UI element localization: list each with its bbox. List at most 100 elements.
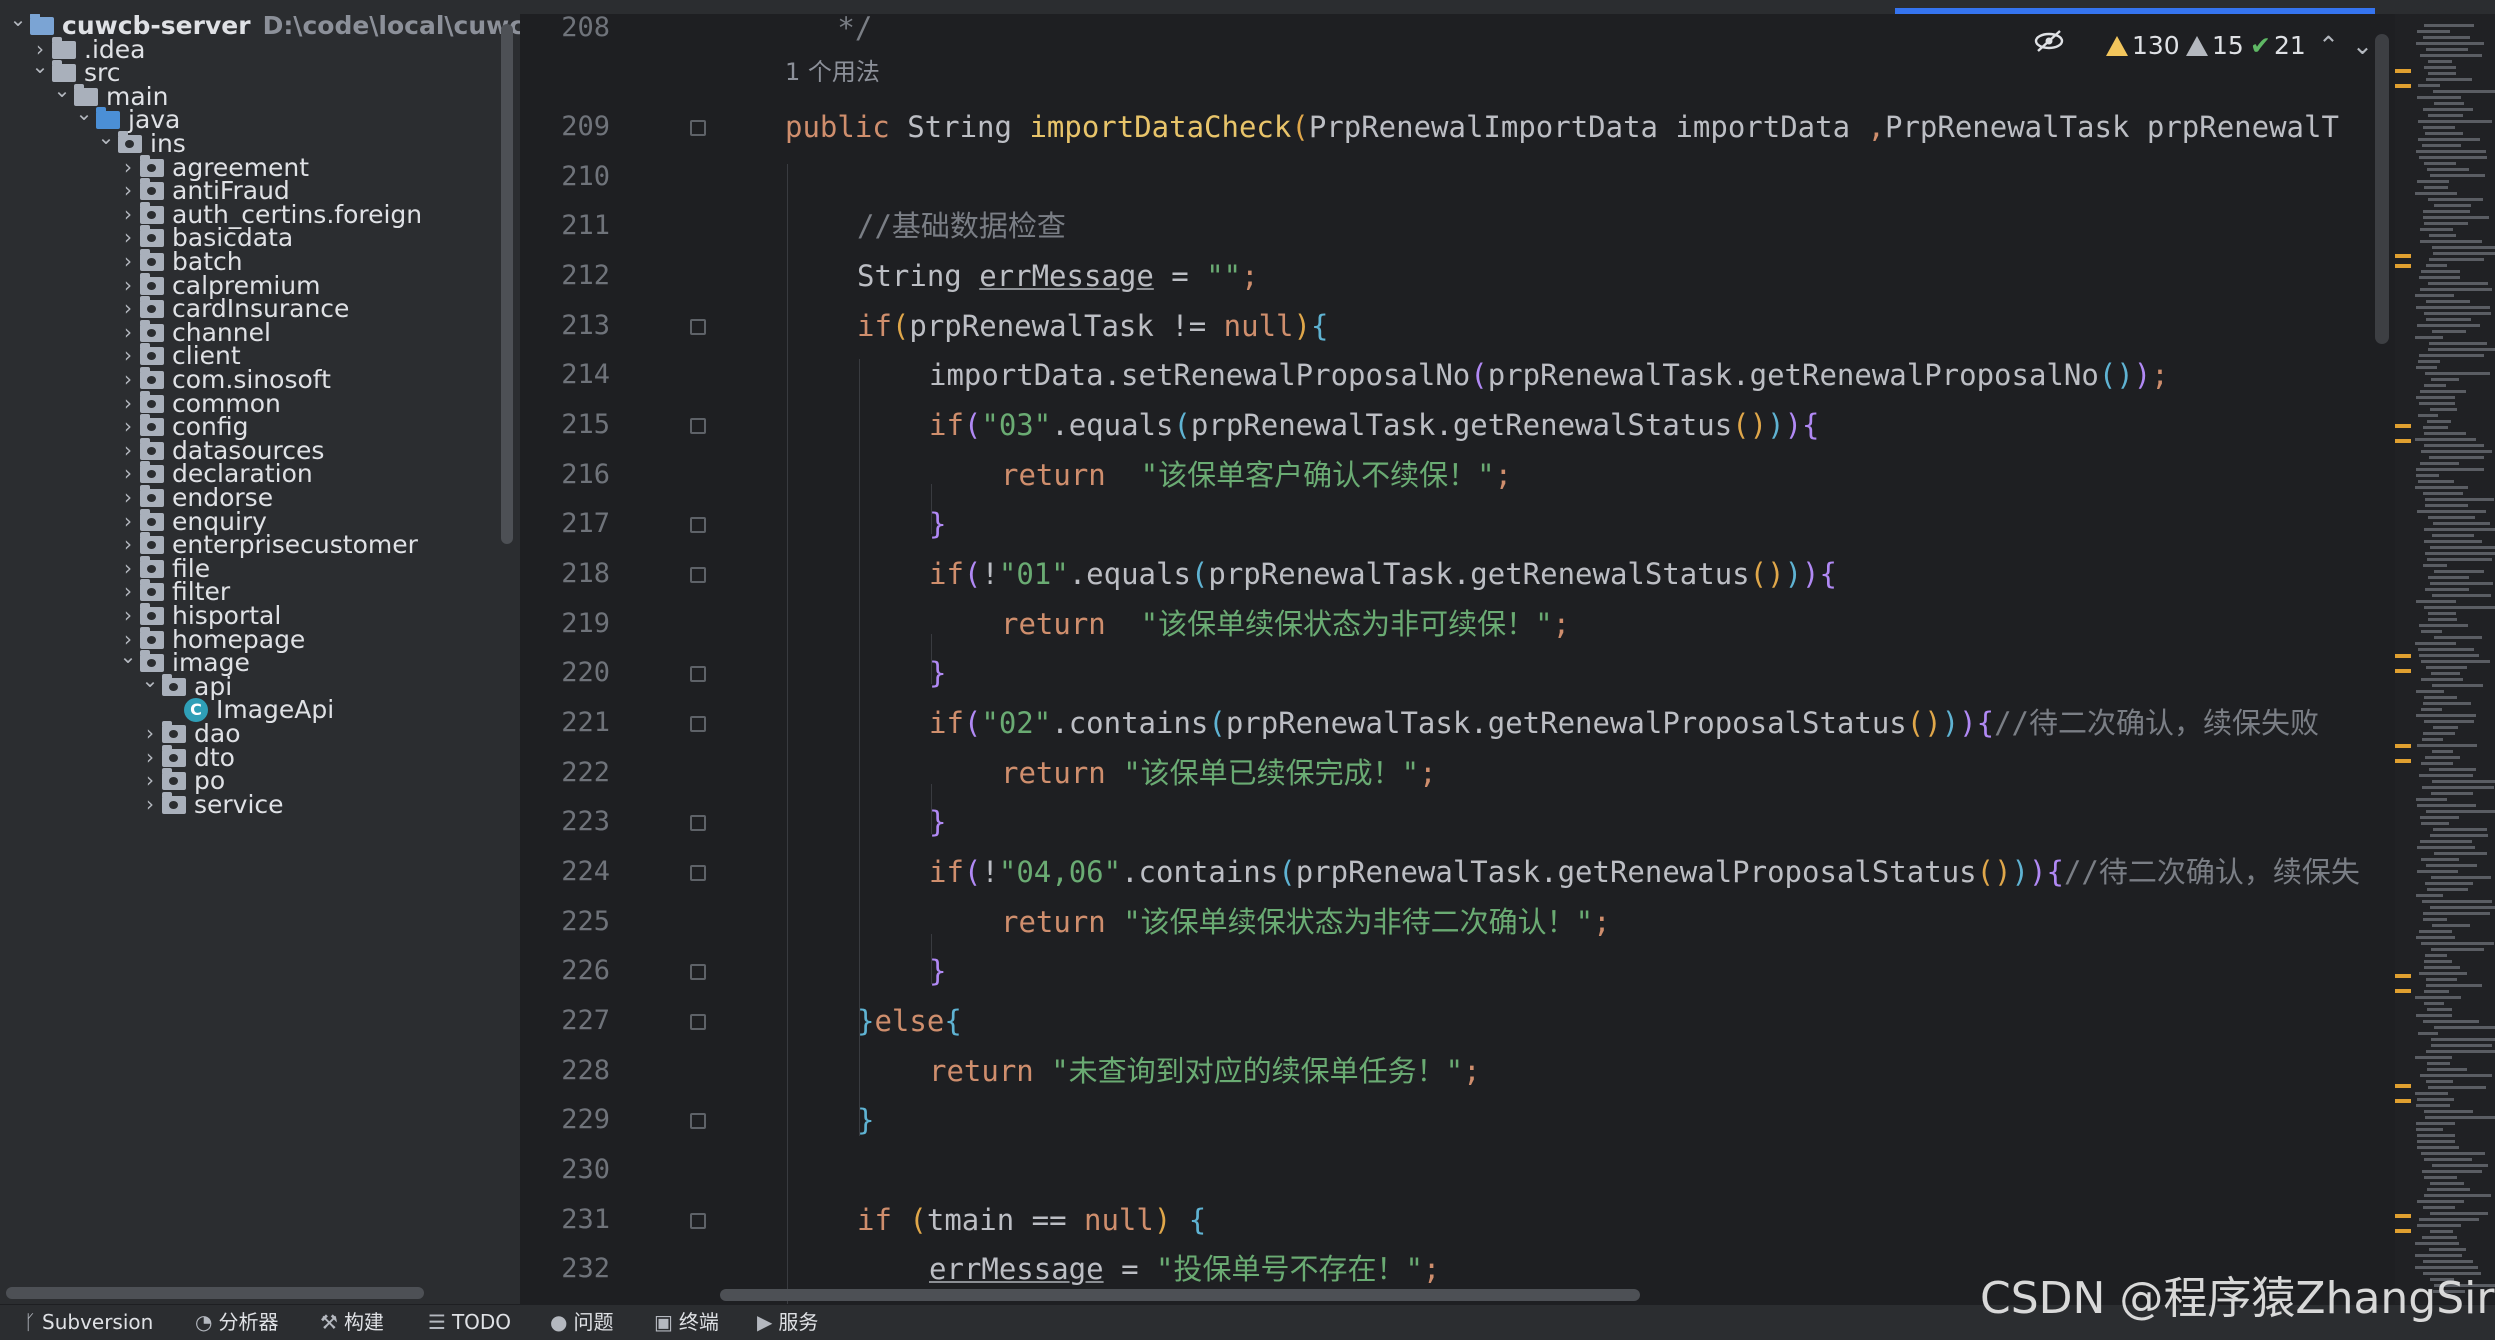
fold-marker-icon[interactable] bbox=[690, 418, 706, 435]
warning-stripe-mark[interactable] bbox=[2395, 424, 2411, 428]
line-number[interactable]: 210 bbox=[530, 152, 610, 202]
fold-marker-icon[interactable] bbox=[690, 666, 706, 683]
fold-marker-icon[interactable] bbox=[690, 120, 706, 137]
warning-stripe-mark[interactable] bbox=[2395, 1214, 2411, 1218]
code-line[interactable]: if("03".equals(prpRenewalTask.getRenewal… bbox=[929, 400, 1820, 450]
code-line[interactable]: return "未查询到对应的续保单任务！"; bbox=[929, 1046, 1481, 1096]
code-line[interactable]: if(prpRenewalTask != null){ bbox=[857, 301, 1328, 351]
warning-stripe-mark[interactable] bbox=[2395, 974, 2411, 978]
line-number[interactable]: 227 bbox=[530, 996, 610, 1046]
line-number[interactable]: 232 bbox=[530, 1244, 610, 1294]
chevron-right-icon[interactable]: › bbox=[140, 786, 160, 823]
project-tree-scrollbar[interactable] bbox=[501, 24, 513, 544]
toolwindow-button-4[interactable]: ● 问题 bbox=[550, 1305, 613, 1340]
line-number[interactable]: 212 bbox=[530, 251, 610, 301]
warning-stripe-mark[interactable] bbox=[2395, 254, 2411, 258]
warning-stripe-mark[interactable] bbox=[2395, 1099, 2411, 1103]
line-number[interactable]: 221 bbox=[530, 698, 610, 748]
fold-marker-icon[interactable] bbox=[690, 716, 706, 733]
toolwindow-button-0[interactable]: ᚴ Subversion bbox=[24, 1305, 153, 1340]
warning-stripe-mark[interactable] bbox=[2395, 1084, 2411, 1088]
line-number[interactable]: 231 bbox=[530, 1195, 610, 1245]
toolwindow-button-5[interactable]: ▣ 终端 bbox=[654, 1305, 719, 1340]
ok-count[interactable]: ✔ 21 bbox=[2250, 28, 2306, 64]
fold-marker-icon[interactable] bbox=[690, 1014, 706, 1031]
line-number[interactable]: 225 bbox=[530, 897, 610, 947]
warnings-count[interactable]: 130 bbox=[2106, 28, 2180, 64]
warning-stripe-mark[interactable] bbox=[2395, 84, 2411, 88]
code-line[interactable]: } bbox=[929, 797, 946, 847]
toolwindow-button-2[interactable]: ⚒ 构建 bbox=[320, 1305, 384, 1340]
fold-marker-icon[interactable] bbox=[690, 964, 706, 981]
fold-marker-icon[interactable] bbox=[690, 318, 706, 335]
warning-stripe-mark[interactable] bbox=[2395, 69, 2411, 73]
previous-highlight-icon[interactable]: ⌃ bbox=[2318, 28, 2339, 64]
line-number[interactable]: 219 bbox=[530, 599, 610, 649]
weak-warnings-count[interactable]: 15 bbox=[2186, 28, 2244, 64]
line-number[interactable]: 209 bbox=[530, 102, 610, 152]
line-number[interactable]: 208 bbox=[530, 14, 610, 53]
code-line[interactable]: } bbox=[929, 648, 946, 698]
line-number[interactable]: 229 bbox=[530, 1095, 610, 1145]
code-line[interactable]: if("02".contains(prpRenewalTask.getRenew… bbox=[929, 698, 2319, 748]
line-number[interactable]: 222 bbox=[530, 748, 610, 798]
line-number[interactable]: 216 bbox=[530, 450, 610, 500]
usage-hint[interactable]: 1 个用法 bbox=[785, 52, 880, 92]
code-line[interactable]: } bbox=[929, 499, 946, 549]
code-line[interactable]: } bbox=[857, 1095, 874, 1145]
toolwindow-button-6[interactable]: ▶ 服务 bbox=[757, 1305, 818, 1340]
code-line[interactable]: importData.setRenewalProposalNo(prpRenew… bbox=[929, 350, 2169, 400]
toolwindow-button-1[interactable]: ◔ 分析器 bbox=[195, 1305, 278, 1340]
warning-stripe-mark[interactable] bbox=[2395, 264, 2411, 268]
fold-marker-icon[interactable] bbox=[690, 1212, 706, 1229]
line-number[interactable]: 214 bbox=[530, 350, 610, 400]
project-tree-horizontal-scrollbar[interactable] bbox=[6, 1287, 424, 1299]
toolwindow-button-3[interactable]: ☰ TODO bbox=[428, 1305, 511, 1340]
code-line[interactable]: if(!"01".equals(prpRenewalTask.getRenewa… bbox=[929, 549, 1837, 599]
code-line[interactable]: //基础数据检查 bbox=[857, 201, 1066, 251]
code-line[interactable]: return "该保单续保状态为非待二次确认！"; bbox=[1001, 897, 1611, 947]
warning-stripe-mark[interactable] bbox=[2395, 1229, 2411, 1233]
code-line[interactable]: errMessage = "投保单号不存在！"; bbox=[929, 1244, 1440, 1294]
line-number[interactable]: 218 bbox=[530, 549, 610, 599]
error-stripe-minimap[interactable] bbox=[2395, 14, 2495, 1304]
code-token: //待二次确认，续保失败 bbox=[1994, 706, 2320, 741]
fold-marker-icon[interactable] bbox=[690, 815, 706, 832]
warning-stripe-mark[interactable] bbox=[2395, 744, 2411, 748]
warning-stripe-mark[interactable] bbox=[2395, 439, 2411, 443]
editor-horizontal-scrollbar[interactable] bbox=[720, 1289, 1640, 1301]
code-line[interactable]: String errMessage = ""; bbox=[857, 251, 1259, 301]
line-number[interactable]: 224 bbox=[530, 847, 610, 897]
warning-stripe-mark[interactable] bbox=[2395, 669, 2411, 673]
line-number[interactable]: 228 bbox=[530, 1046, 610, 1096]
reader-mode-icon[interactable] bbox=[2032, 28, 2066, 64]
warning-stripe-mark[interactable] bbox=[2395, 989, 2411, 993]
code-line[interactable]: return "该保单客户确认不续保！"; bbox=[1001, 450, 1512, 500]
fold-marker-icon[interactable] bbox=[690, 567, 706, 584]
code-line[interactable]: } bbox=[929, 946, 946, 996]
line-number[interactable]: 217 bbox=[530, 499, 610, 549]
fold-marker-icon[interactable] bbox=[690, 1113, 706, 1130]
editor-vertical-scrollbar[interactable] bbox=[2375, 34, 2389, 344]
fold-marker-icon[interactable] bbox=[690, 865, 706, 882]
line-number[interactable]: 226 bbox=[530, 946, 610, 996]
fold-marker-icon[interactable] bbox=[690, 517, 706, 534]
code-line[interactable]: public String importDataCheck(PrpRenewal… bbox=[785, 102, 2339, 152]
warning-stripe-mark[interactable] bbox=[2395, 654, 2411, 658]
warning-stripe-mark[interactable] bbox=[2395, 759, 2411, 763]
line-number[interactable]: 211 bbox=[530, 201, 610, 251]
line-number[interactable]: 223 bbox=[530, 797, 610, 847]
code-line[interactable]: if(!"04,06".contains(prpRenewalTask.getR… bbox=[929, 847, 2360, 897]
next-highlight-icon[interactable]: ⌄ bbox=[2352, 28, 2373, 64]
code-line[interactable]: return "该保单续保状态为非可续保！"; bbox=[1001, 599, 1570, 649]
code-line[interactable]: if (tmain == null) { bbox=[857, 1195, 1206, 1245]
tree-item-service[interactable]: › service bbox=[0, 786, 510, 823]
code-line[interactable]: */ bbox=[785, 14, 872, 53]
code-line[interactable]: return "该保单已续保完成！"; bbox=[1001, 748, 1437, 798]
code-editor[interactable]: 208 209 210 211 212 213 214 215 216 217 218 219 220 2… bbox=[520, 14, 2495, 1304]
line-number[interactable]: 215 bbox=[530, 400, 610, 450]
line-number[interactable]: 220 bbox=[530, 648, 610, 698]
code-line[interactable]: }else{ bbox=[857, 996, 962, 1046]
line-number[interactable]: 230 bbox=[530, 1145, 610, 1195]
line-number[interactable]: 213 bbox=[530, 301, 610, 351]
